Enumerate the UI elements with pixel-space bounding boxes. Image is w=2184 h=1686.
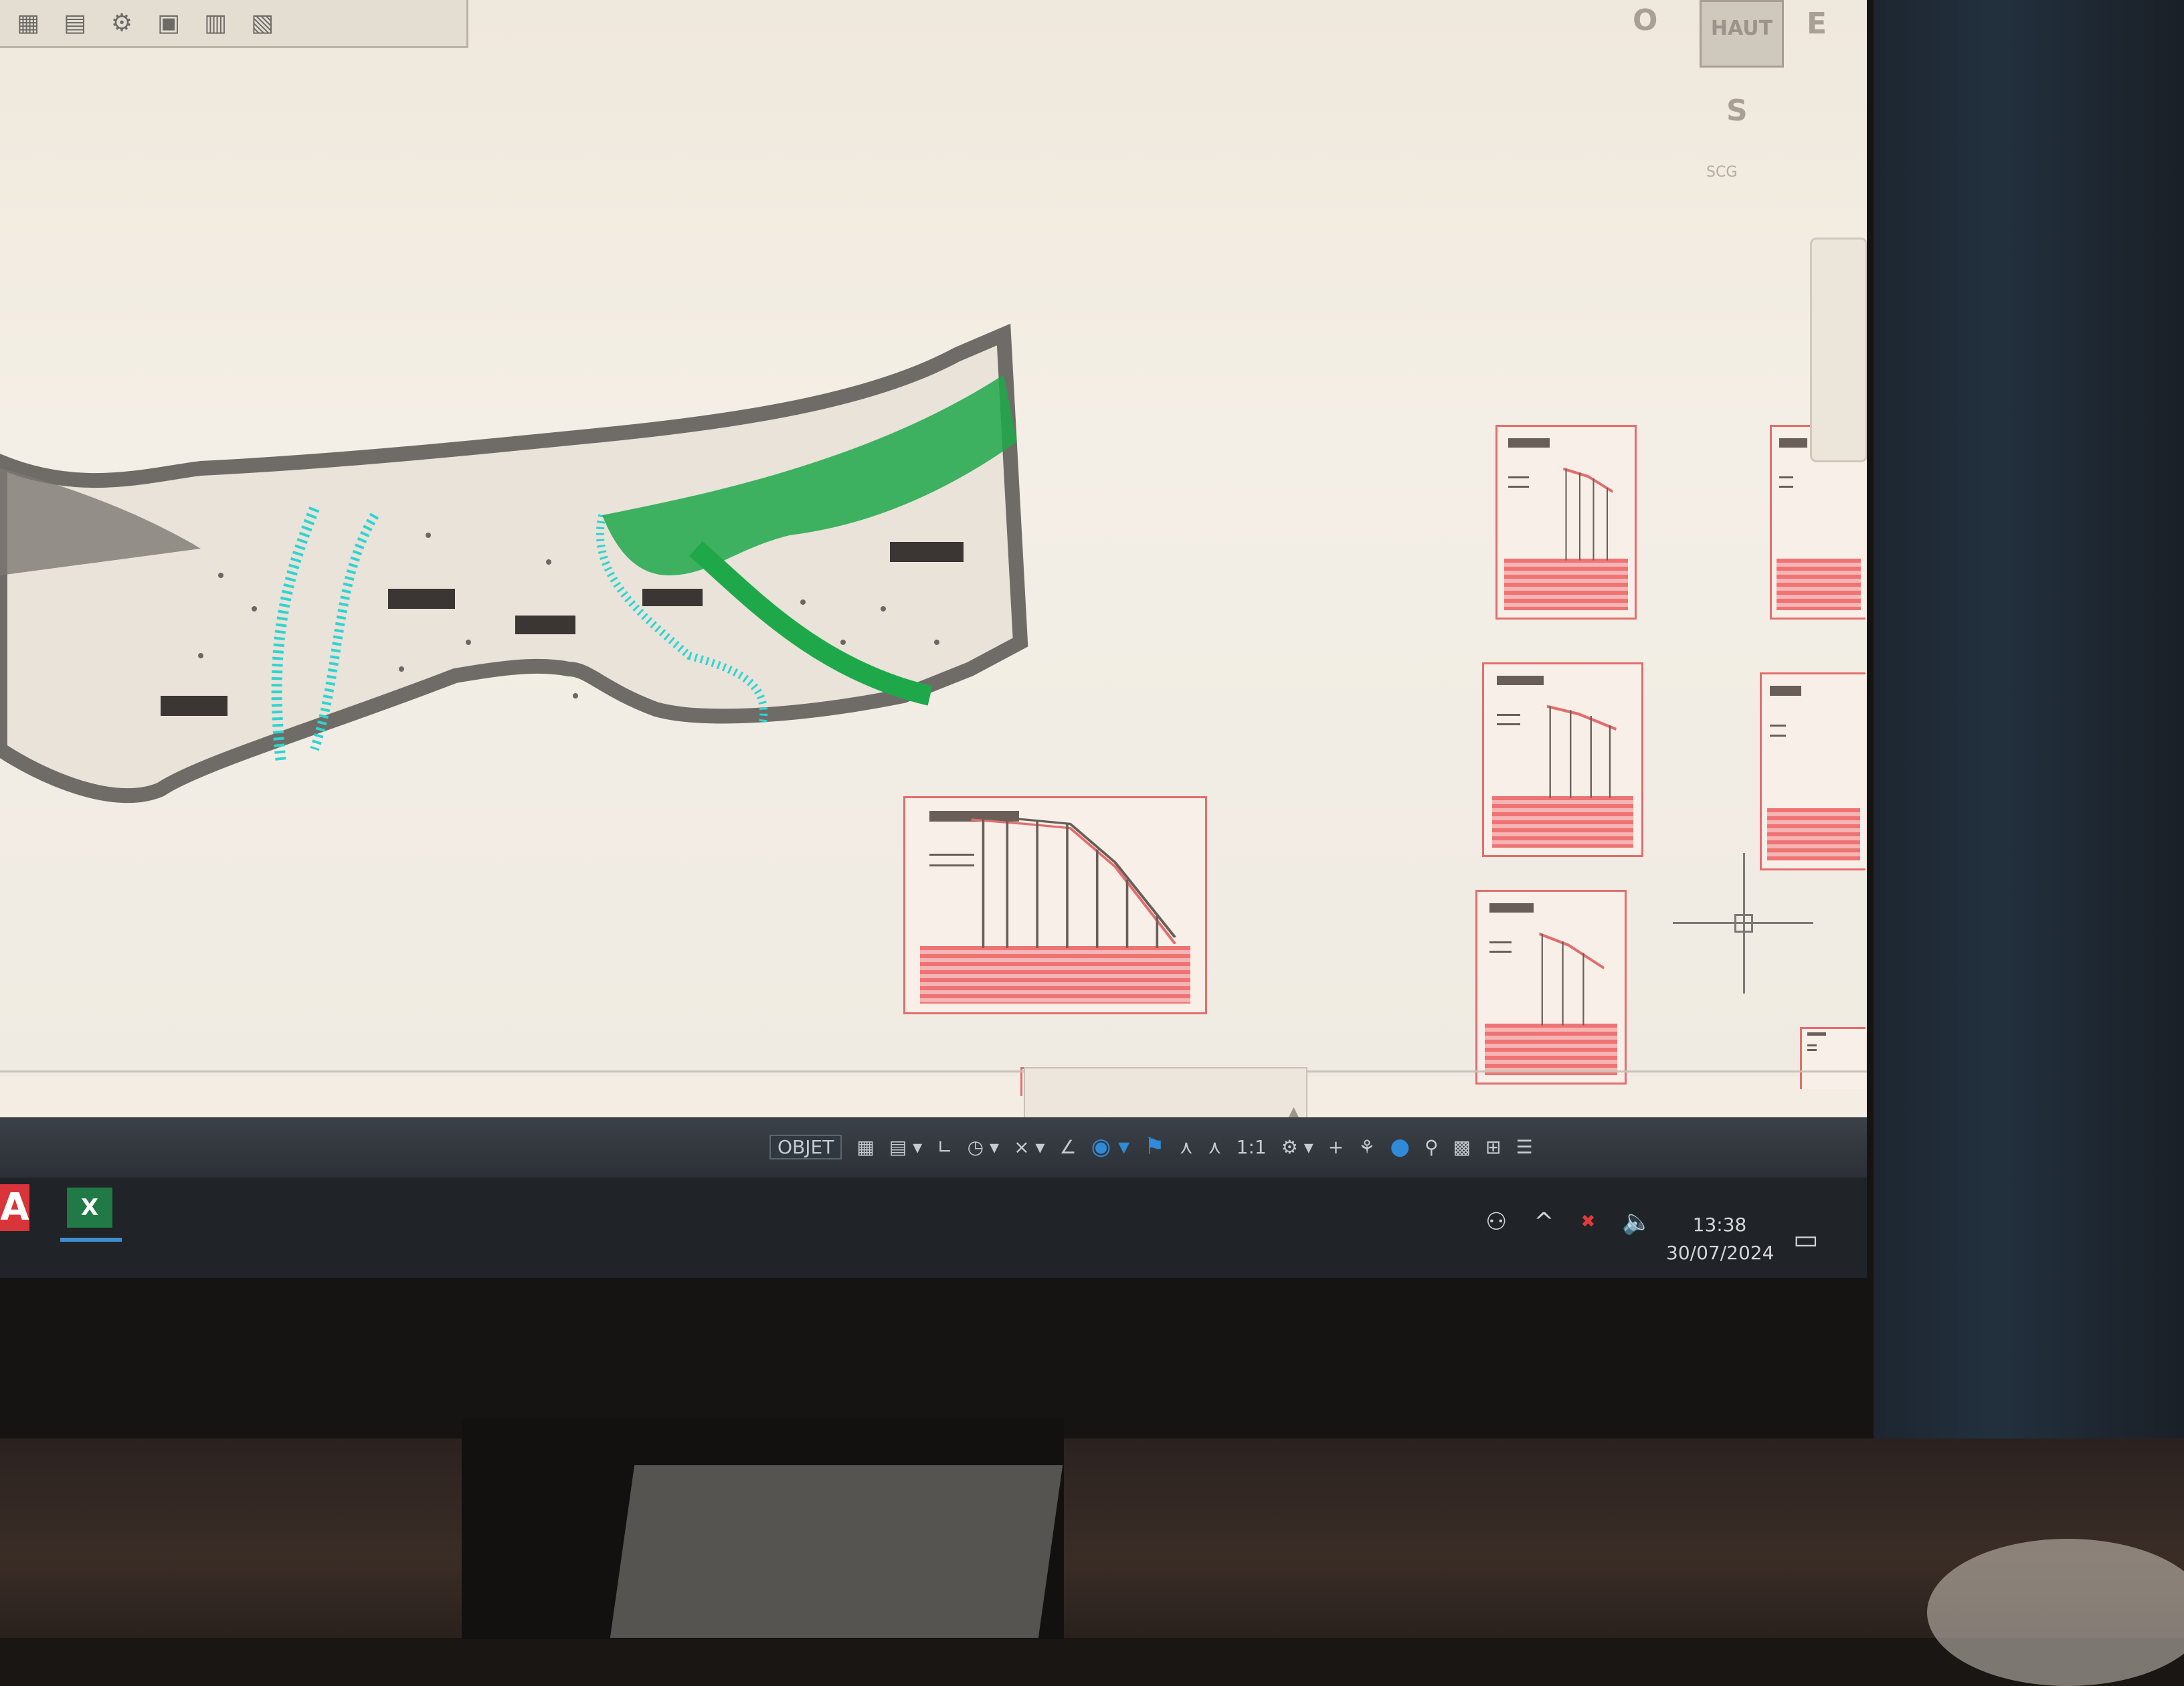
polar-icon[interactable]: ◷ ▾ (968, 1136, 999, 1158)
profile-sheet[interactable] (1482, 662, 1643, 857)
layers-icon[interactable]: ▦ (13, 9, 43, 37)
drawing-edge (0, 1070, 1867, 1072)
profile-sheet[interactable] (1800, 1027, 1865, 1089)
desk-surface (0, 1438, 2184, 1638)
viewcube-top[interactable]: HAUT (1700, 0, 1784, 68)
profile-sheet[interactable] (1760, 672, 1865, 870)
navigation-bar[interactable] (1810, 238, 1867, 462)
profile-sheet[interactable] (1495, 425, 1637, 620)
viewcube-west[interactable]: O (1633, 3, 1657, 37)
clock-time: 13:38 (1692, 1214, 1747, 1236)
groups-icon[interactable]: ▣ (154, 9, 183, 37)
site-boundary (0, 323, 1028, 804)
utilities-icon[interactable]: ▧ (248, 9, 277, 37)
profile-sheet[interactable] (1475, 890, 1627, 1085)
ortho-icon[interactable]: ∟ (937, 1136, 952, 1158)
clean-screen-icon[interactable]: ⊞ (1485, 1136, 1501, 1158)
hardware-acceleration-icon[interactable]: ⚲ (1425, 1136, 1439, 1158)
annotation-autoscale-icon[interactable]: ⋏ (1180, 1136, 1194, 1158)
ribbon-toolbar: ▦ ▤ ⚙ ▣ ▥ ▧ (0, 0, 468, 48)
workspace-gear-icon[interactable]: ⚙ ▾ (1281, 1136, 1313, 1158)
people-icon[interactable]: ⚇ (1485, 1208, 1507, 1236)
properties-icon[interactable]: ▤ (60, 9, 90, 37)
background-window (1874, 0, 2184, 1438)
chevron-up-icon[interactable]: ^ (1534, 1208, 1554, 1236)
drawing-canvas[interactable]: O HAUT E S SCG ▲ ▦ ▤ ⚙ ▣ ▥ ▧ (0, 0, 1867, 1123)
profile-sheet[interactable] (903, 796, 1207, 1014)
units-icon[interactable]: ⚘ (1358, 1136, 1375, 1158)
active-app-indicator (60, 1238, 122, 1242)
grid-icon[interactable]: ▦ (856, 1136, 874, 1158)
annotation-scale-icon[interactable]: ⋏ (1208, 1136, 1222, 1158)
model-space-button[interactable]: OBJET (769, 1134, 842, 1159)
excel-taskbar-icon[interactable]: X (67, 1188, 112, 1228)
isolate-objects-icon[interactable]: ▩ (1453, 1136, 1471, 1158)
clock-date: 30/07/2024 (1666, 1242, 1774, 1264)
screen: O HAUT E S SCG ▲ ▦ ▤ ⚙ ▣ ▥ ▧ OBJET ▦ ▤ ▾… (0, 0, 1867, 1278)
ucs-menu[interactable]: SCG (1706, 164, 1737, 181)
volume-icon[interactable]: 🔈 (1622, 1208, 1652, 1236)
network-error-icon[interactable]: ✖ (1580, 1212, 1595, 1232)
plus-icon[interactable]: + (1328, 1136, 1344, 1158)
customization-icon[interactable]: ☰ (1516, 1136, 1532, 1158)
isolate-icon[interactable]: ● (1390, 1133, 1410, 1160)
annotation-scale-value[interactable]: 1:1 (1237, 1136, 1267, 1158)
block-icon[interactable]: ▥ (201, 9, 230, 37)
osnap-icon[interactable]: ⨯ ▾ (1014, 1136, 1044, 1158)
match-icon[interactable]: ⚙ (107, 9, 136, 37)
autocad-taskbar-icon[interactable]: A (0, 1184, 29, 1231)
notification-icon[interactable]: ▭ (1793, 1224, 1819, 1255)
status-bar-items: OBJET ▦ ▤ ▾ ∟ ◷ ▾ ⨯ ▾ ∠ ◉ ▾ ⚑ ⋏ ⋏ 1:1 ⚙ … (769, 1126, 1533, 1167)
clock[interactable]: 13:38 30/07/2024 (1666, 1211, 1774, 1267)
isodraft-icon[interactable]: ◉ ▾ (1091, 1133, 1130, 1160)
command-line[interactable] (1024, 1067, 1307, 1123)
snap-icon[interactable]: ▤ ▾ (889, 1136, 922, 1158)
site-plan (0, 323, 1028, 804)
cursor-pickbox-icon (1734, 914, 1753, 933)
paper-sheet (610, 1465, 1063, 1638)
system-tray: ⚇ ^ ✖ 🔈 (1485, 1208, 1652, 1236)
viewcube-south[interactable]: S (1726, 94, 1748, 128)
angle-icon[interactable]: ∠ (1059, 1136, 1076, 1158)
annotation-visibility-icon[interactable]: ⚑ (1144, 1133, 1164, 1160)
viewcube[interactable]: O HAUT E S SCG (1633, 0, 1840, 201)
viewcube-east[interactable]: E (1807, 7, 1827, 41)
cup (1927, 1539, 2184, 1686)
